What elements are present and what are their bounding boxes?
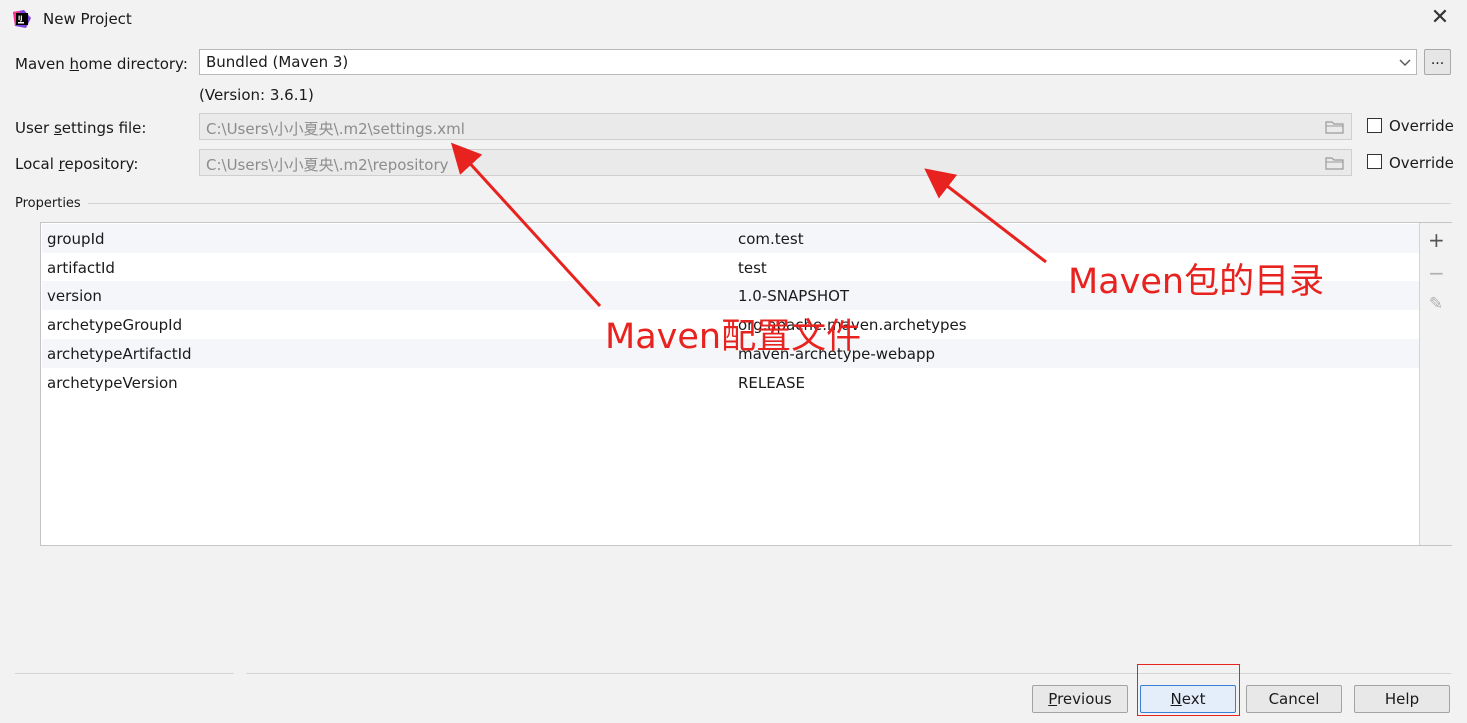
previous-button[interactable]: Previous bbox=[1032, 685, 1128, 713]
annotation-config-text: Maven配置文件 bbox=[605, 317, 862, 357]
repo-arrow bbox=[924, 168, 1047, 264]
config-arrow bbox=[450, 142, 602, 308]
annotation-repo-text: Maven包的目录 bbox=[1068, 262, 1325, 302]
cancel-button[interactable]: Cancel bbox=[1246, 685, 1342, 713]
bottom-separator-left bbox=[15, 673, 234, 674]
bottom-separator-right bbox=[246, 673, 1451, 674]
next-highlight-box bbox=[1137, 664, 1240, 716]
annotation-arrows bbox=[450, 142, 1047, 308]
help-button[interactable]: Help bbox=[1354, 685, 1450, 713]
